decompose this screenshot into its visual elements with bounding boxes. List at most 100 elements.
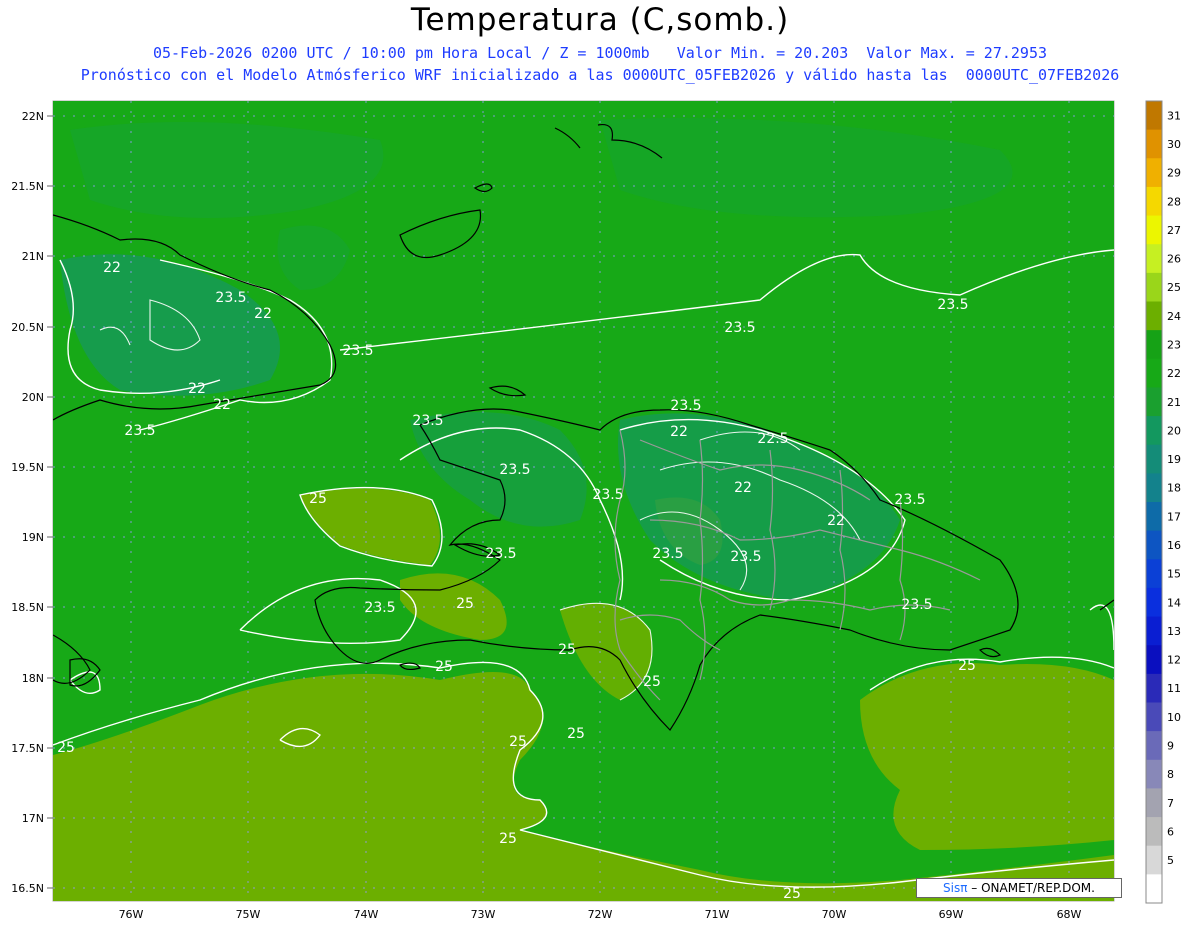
colorbar-swatch [1146, 874, 1162, 904]
contour-label: 22.5 [757, 431, 788, 447]
colorbar-swatch [1146, 530, 1162, 560]
colorbar-tick-label: 31 [1167, 109, 1181, 122]
contour-label: 25 [499, 831, 517, 847]
lat-label: 21.5N [11, 180, 44, 193]
colorbar-tick-label: 10 [1167, 711, 1181, 724]
colorbar-tick-label: 6 [1167, 825, 1174, 838]
colorbar-tick-label: 18 [1167, 482, 1181, 495]
contour-label: 25 [558, 642, 576, 658]
colorbar-tick-label: 28 [1167, 195, 1181, 208]
contour-label: 23.5 [670, 398, 701, 414]
contour-label: 23.5 [499, 462, 530, 478]
colorbar-tick-label: 23 [1167, 338, 1181, 351]
colorbar-swatch [1146, 330, 1162, 360]
lat-label: 19.5N [11, 461, 44, 474]
colorbar-swatch [1146, 129, 1162, 159]
lon-label: 69W [939, 908, 964, 921]
colorbar-swatch [1146, 158, 1162, 188]
colorbar-swatch [1146, 473, 1162, 503]
contour-label: 22 [670, 424, 688, 440]
colorbar-swatch [1146, 186, 1162, 217]
colorbar: 31 30 29 28 27 26 25 24 23 22 21 20 19 18 17 16 15 14 13 12… [1145, 100, 1181, 904]
lat-label: 16.5N [11, 882, 44, 895]
colorbar-tick-label: 22 [1167, 367, 1181, 380]
lon-label: 76W [119, 908, 144, 921]
colorbar-swatch [1146, 731, 1162, 761]
colorbar-swatch [1146, 616, 1162, 646]
latitude-labels: 22N 21.5N 21N 20.5N 20N 19.5N 19N 18.5N … [11, 110, 44, 895]
contour-label: 25 [958, 658, 976, 674]
colorbar-tick-label: 21 [1167, 396, 1181, 409]
lat-ticks [47, 115, 53, 889]
contour-label: 25 [567, 726, 585, 742]
colorbar-tick-label: 30 [1167, 138, 1181, 151]
colorbar-swatch [1146, 416, 1162, 446]
colorbar-tick-label: 25 [1167, 281, 1181, 294]
colorbar-swatch [1146, 244, 1162, 274]
lon-label: 71W [705, 908, 730, 921]
contour-label: 25 [435, 659, 453, 675]
contour-label: 23.5 [652, 546, 683, 562]
warm-region-east [860, 663, 1114, 850]
contour-label: 25 [57, 740, 75, 756]
colorbar-swatch [1146, 702, 1162, 732]
map-plot: 22 22 22 22 22 22 22 22.5 23.5 23.5 23.5… [53, 101, 1114, 902]
temperature-map: 22 22 22 22 22 22 22 22.5 23.5 23.5 23.5… [11, 100, 1181, 921]
lon-label: 75W [236, 908, 261, 921]
contour-label: 25 [783, 886, 801, 902]
colorbar-swatch [1146, 673, 1162, 703]
colorbar-tick-label: 16 [1167, 539, 1181, 552]
lat-label: 20N [22, 391, 44, 404]
lat-label: 19N [22, 531, 44, 544]
lon-label: 70W [822, 908, 847, 921]
contour-label: 23.5 [901, 597, 932, 613]
lat-label: 18.5N [11, 601, 44, 614]
longitude-labels: 76W 75W 74W 73W 72W 71W 70W 69W 68W [119, 908, 1082, 921]
colorbar-swatch [1146, 215, 1162, 245]
contour-label: 25 [309, 491, 327, 507]
contour-label: 23.5 [894, 492, 925, 508]
contour-label: 22 [103, 260, 121, 276]
colorbar-tick-label: 12 [1167, 654, 1181, 667]
colorbar-tick-label: 26 [1167, 253, 1181, 266]
colorbar-swatch [1146, 101, 1162, 131]
lat-label: 17.5N [11, 742, 44, 755]
lon-label: 72W [588, 908, 613, 921]
credit-text: – ONAMET/REP.DOM. [971, 881, 1095, 895]
lat-label: 20.5N [11, 321, 44, 334]
colorbar-tick-label: 9 [1167, 739, 1174, 752]
colorbar-swatch [1146, 301, 1162, 331]
colorbar-swatch [1146, 358, 1162, 388]
contour-label: 22 [734, 480, 752, 496]
colorbar-swatch [1146, 559, 1162, 589]
contour-label: 23.5 [485, 546, 516, 562]
contour-label: 22 [188, 381, 206, 397]
contour-label: 23.5 [412, 413, 443, 429]
colorbar-tick-label: 14 [1167, 596, 1181, 609]
colorbar-swatch [1146, 272, 1162, 302]
contour-label: 23.5 [124, 423, 155, 439]
contour-label: 22 [254, 306, 272, 322]
colorbar-swatch [1146, 645, 1162, 675]
credit-box: Sisπ – ONAMET/REP.DOM. [916, 878, 1122, 898]
lon-label: 74W [354, 908, 379, 921]
contour-label: 23.5 [215, 290, 246, 306]
colorbar-tick-label: 29 [1167, 167, 1181, 180]
contour-label: 25 [456, 596, 474, 612]
colorbar-swatch [1146, 587, 1162, 618]
colorbar-swatch [1146, 845, 1162, 875]
colorbar-tick-label: 7 [1167, 797, 1174, 810]
colorbar-tick-label: 27 [1167, 224, 1181, 237]
contour-label: 23.5 [937, 297, 968, 313]
contour-label: 23.5 [730, 549, 761, 565]
colorbar-tick-label: 19 [1167, 453, 1181, 466]
contour-label: 25 [509, 734, 527, 750]
contour-label: 22 [213, 397, 231, 413]
colorbar-swatch [1146, 759, 1162, 789]
lon-label: 68W [1057, 908, 1082, 921]
colorbar-tick-label: 24 [1167, 310, 1181, 323]
contour-label: 22 [827, 513, 845, 529]
lon-label: 73W [471, 908, 496, 921]
lat-label: 17N [22, 812, 44, 825]
colorbar-tick-label: 11 [1167, 682, 1181, 695]
